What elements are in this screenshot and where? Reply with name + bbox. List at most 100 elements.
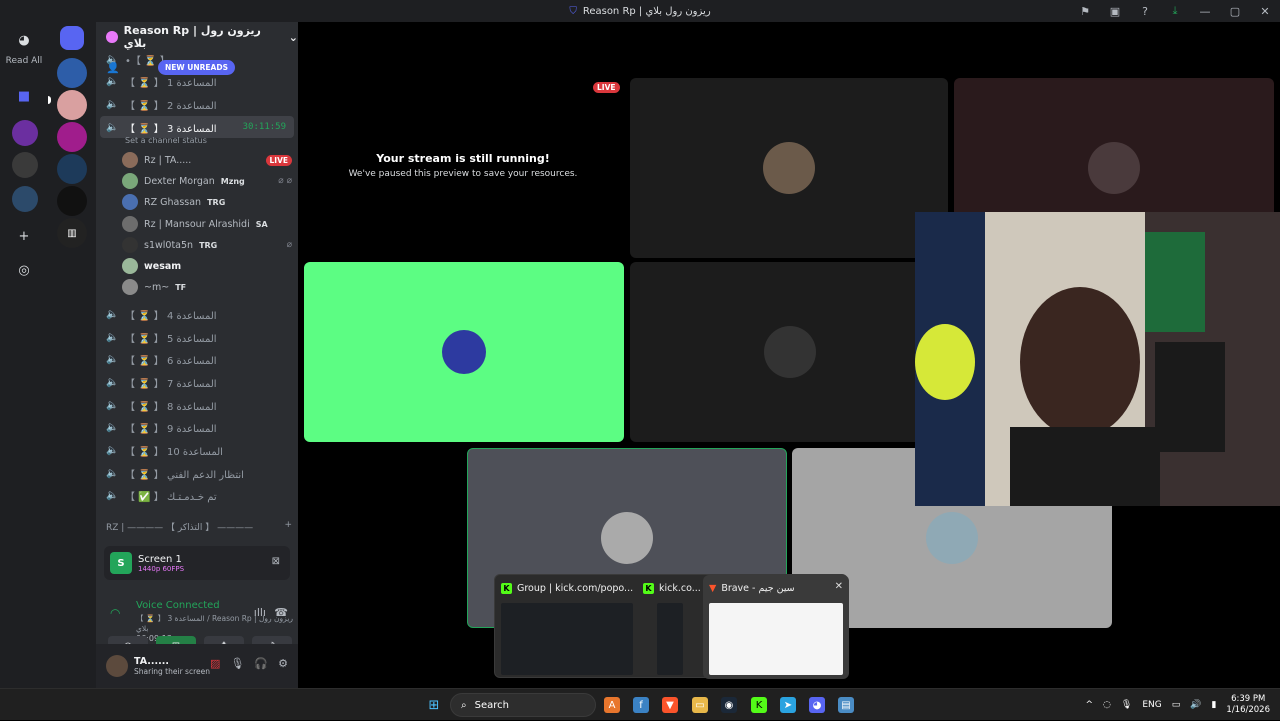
preview-window-hover[interactable]: ▼ Brave - سين جيم ✕ xyxy=(703,575,849,679)
voice-channel[interactable]: 🔈 【 ⏳ 】 7 المساعدة xyxy=(100,371,294,393)
avatar xyxy=(1088,142,1140,194)
channel-label: 【 ⏳ 】 3 المساعدة xyxy=(125,123,217,135)
server-icon[interactable] xyxy=(57,186,87,216)
user-name: wesam xyxy=(144,260,182,272)
voice-channel[interactable]: 🔈 【 ⏳ 】 9 المساعدة xyxy=(100,416,294,438)
voice-channel[interactable]: 🔈 【 ⏳ 】 2 المساعدة xyxy=(100,93,294,115)
avatar[interactable] xyxy=(106,655,128,677)
paused-subtitle: We've paused this preview to save your r… xyxy=(348,169,578,179)
headphones-icon[interactable]: 🎧 xyxy=(254,657,268,670)
disconnect-icon[interactable]: ☎ xyxy=(274,606,288,619)
live-badge: LIVE xyxy=(265,154,292,166)
channel-label: 【 ✅ 】 تم خـدمـتـك xyxy=(125,491,217,503)
app-icon[interactable]: ▤ xyxy=(838,697,854,713)
server-icon[interactable] xyxy=(57,122,87,152)
category-header[interactable]: RZ | ———— 【 التذاكر 】 ———— + xyxy=(106,520,292,533)
set-channel-status[interactable]: Set a channel status xyxy=(125,136,207,145)
unread-pill xyxy=(48,96,51,104)
voice-channel[interactable]: 🔈 【 ⏳ 】 6 المساعدة xyxy=(100,348,294,370)
preview-window[interactable]: K Group | kick.com/popo... xyxy=(495,575,637,679)
download-icon[interactable]: ⤓ xyxy=(1160,4,1190,18)
participant-tile[interactable] xyxy=(630,262,950,442)
stream-off-icon[interactable]: ▨ xyxy=(210,657,220,670)
clock[interactable]: 6:39 PM 1/16/2026 xyxy=(1226,694,1270,716)
voice-user[interactable]: Dexter Morgan Mzng ⌀ ⌀ xyxy=(122,171,292,191)
voice-channel[interactable]: 🔈 【 ⏳ 】 8 المساعدة xyxy=(100,394,294,416)
add-server-icon[interactable]: + xyxy=(12,224,36,248)
voice-channel[interactable]: 🔈 【 ⏳ 】 4 المساعدة xyxy=(100,303,294,325)
voice-user[interactable]: Rz | TA..... LIVE xyxy=(122,150,292,170)
brave-icon[interactable]: ▼ xyxy=(662,697,678,713)
minimize-button[interactable]: — xyxy=(1190,5,1220,18)
voice-user[interactable]: ~m~ TF xyxy=(122,277,292,297)
preview-window[interactable]: Kkick.co... xyxy=(637,575,703,679)
voice-channel-active[interactable]: 🔈 【 ⏳ 】 3 المساعدة 30:11:59 xyxy=(100,116,294,138)
stop-share-icon[interactable]: ⊠ xyxy=(272,556,280,567)
paused-title: Your stream is still running! xyxy=(376,152,550,165)
voice-user[interactable]: Rz | Mansour Alrashidi SA xyxy=(122,214,292,234)
folder-icon[interactable]: ■ xyxy=(12,84,36,108)
voice-channel[interactable]: 🔈 【 ⏳ 】 انتظار الدعم الفني xyxy=(100,462,294,484)
close-button[interactable]: ✕ xyxy=(1250,5,1280,18)
add-channel-icon[interactable]: + xyxy=(284,520,292,533)
discord-home-icon[interactable]: ◕ xyxy=(12,28,36,52)
voice-channel[interactable]: 🔈 【 ⏳ 】 1 المساعدة xyxy=(100,70,294,92)
chevron-up-icon[interactable]: ^ xyxy=(1085,700,1093,710)
monitor-icon[interactable]: ▭ xyxy=(1172,700,1181,710)
volume-icon[interactable]: 🔊 xyxy=(1190,700,1201,710)
kick-icon: K xyxy=(643,582,654,594)
voice-status[interactable]: Voice Connected xyxy=(136,600,296,611)
telegram-icon[interactable]: ➤ xyxy=(780,697,796,713)
file-explorer-icon[interactable]: ▭ xyxy=(692,697,708,713)
voice-user[interactable]: s1wl0ta5n TRG ⌀ xyxy=(122,235,292,255)
webcam-image xyxy=(915,212,1280,506)
network-icon[interactable]: ◌ xyxy=(1103,700,1111,710)
language-indicator[interactable]: ENG xyxy=(1142,700,1161,710)
server-icon[interactable] xyxy=(12,186,38,212)
explore-icon[interactable]: ◎ xyxy=(12,258,36,282)
noise-suppression-icon[interactable]: ıllı xyxy=(254,606,266,619)
microphone-icon[interactable]: 🎙 xyxy=(1121,700,1132,710)
voice-channel[interactable]: 🔈 【 ⏳ 】 5 المساعدة xyxy=(100,326,294,348)
server-icon[interactable] xyxy=(12,152,38,178)
channel-label: 【 ⏳ 】 انتظار الدعم الفني xyxy=(125,469,244,481)
read-all-button[interactable]: Read All xyxy=(0,56,48,66)
preview-thumbnail xyxy=(501,603,633,675)
taskbar-window-preview: K Group | kick.com/popo... Kkick.co... ▼ B… xyxy=(494,574,849,679)
maximize-button[interactable]: ▢ xyxy=(1220,5,1250,18)
settings-gear-icon[interactable]: ⚙ xyxy=(278,657,288,670)
user-name: Rz | Mansour Alrashidi xyxy=(144,218,250,230)
voice-user[interactable]: RZ Ghassan TRG xyxy=(122,192,292,212)
server-icon[interactable] xyxy=(57,58,87,88)
voice-channel[interactable]: 🔈 【 ⏳ 】 10 المساعدة xyxy=(100,439,294,461)
voice-channel[interactable]: 🔈 【 ✅ 】 تم خـدمـتـك xyxy=(100,484,294,506)
stream-paused-tile[interactable]: Your stream is still running! We've paus… xyxy=(304,78,622,258)
close-icon[interactable]: ✕ xyxy=(835,581,843,592)
taskbar-search[interactable]: ⌕ Search xyxy=(450,693,596,717)
participant-tile[interactable] xyxy=(630,78,948,258)
app-icon[interactable]: A xyxy=(604,697,620,713)
screen-share-card[interactable]: S Screen 1 1440p 60FPS ⊠ xyxy=(104,546,290,580)
windows-start-icon[interactable]: ⊞ xyxy=(426,697,442,713)
server-icon[interactable] xyxy=(57,154,87,184)
battery-icon[interactable]: ▮ xyxy=(1211,700,1216,710)
discord-shield-icon: ⛉ xyxy=(569,5,577,17)
user-name: ~m~ xyxy=(144,281,170,293)
steam-icon[interactable]: ◉ xyxy=(721,697,737,713)
microphone-icon[interactable]: 🎙 xyxy=(230,657,244,670)
app-icon[interactable]: f xyxy=(633,697,649,713)
user-tag: SA xyxy=(255,219,268,229)
discord-icon[interactable]: ◕ xyxy=(809,697,825,713)
help-icon[interactable]: ? xyxy=(1130,5,1160,18)
server-icon[interactable] xyxy=(57,90,87,120)
server-icon[interactable]: ▥ xyxy=(57,218,87,248)
inbox-icon[interactable]: ▣ xyxy=(1100,5,1130,18)
flag-icon[interactable]: ⚑ xyxy=(1070,5,1100,18)
server-icon[interactable] xyxy=(12,120,38,146)
user-tag: Mzng xyxy=(220,176,245,186)
folder-icon[interactable] xyxy=(60,26,84,50)
participant-tile[interactable] xyxy=(304,262,624,442)
voice-user[interactable]: wesam xyxy=(122,256,292,276)
kick-icon[interactable]: K xyxy=(751,697,767,713)
channel-label: 【 ⏳ 】 1 المساعدة xyxy=(125,77,217,89)
